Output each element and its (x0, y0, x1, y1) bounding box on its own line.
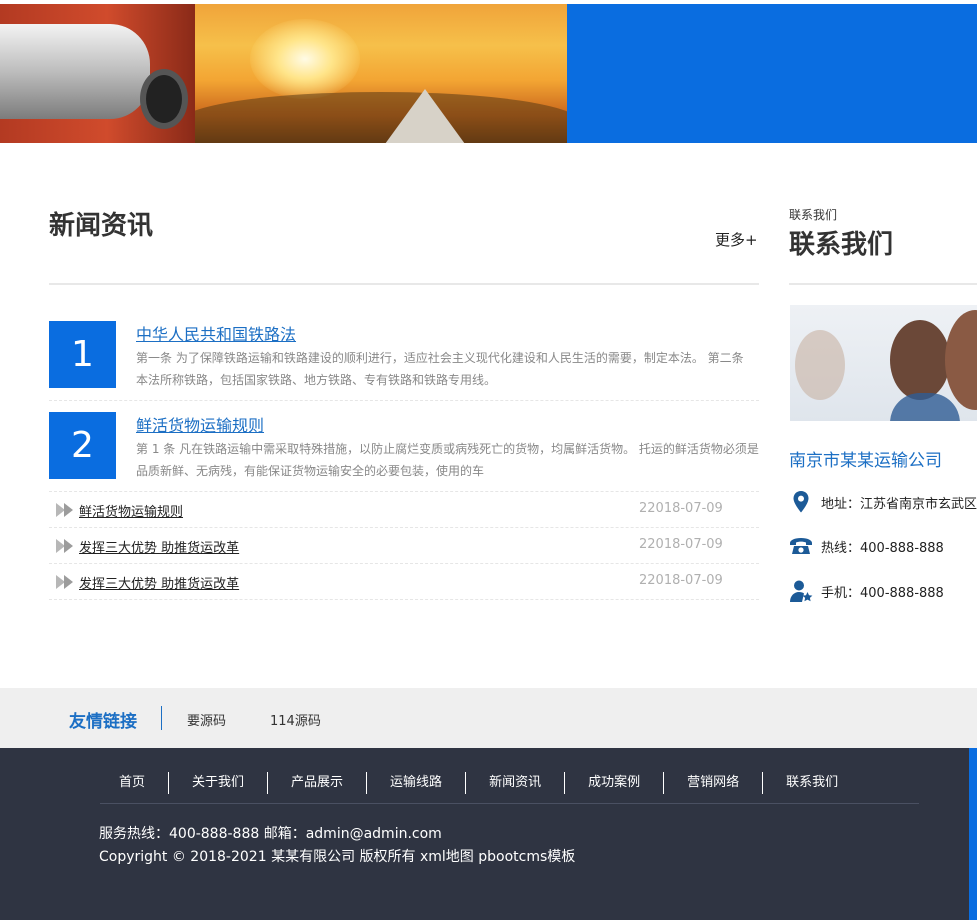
company-name: 南京市某某运输公司 (789, 451, 942, 471)
contact-mobile: 手机：400-888-888 (821, 586, 944, 601)
featured-news-item[interactable]: 1 中华人民共和国铁路法 第一条 为了保障铁路运输和铁路建设的顺利进行，适应社会… (49, 321, 759, 401)
footer-nav-news[interactable]: 新闻资讯 (465, 772, 564, 794)
photo-person-hair (890, 320, 950, 400)
featured-news-item[interactable]: 2 鲜活货物运输规则 第 1 条 凡在铁路运输中需采取特殊措施，以防止腐烂变质或… (49, 412, 759, 492)
news-list-item[interactable]: 发挥三大优势 助推货运改革 22018-07-09 (49, 564, 759, 600)
banner-hills (180, 92, 567, 143)
contact-address-row: 地址：江苏省南京市玄武区玄武湖 (789, 490, 977, 514)
banner-photo-truck-road (0, 4, 567, 143)
news-list-item[interactable]: 发挥三大优势 助推货运改革 22018-07-09 (49, 528, 759, 564)
location-pin-icon (789, 490, 813, 514)
banner-sun (250, 19, 360, 99)
footer-nav-products[interactable]: 产品展示 (267, 772, 366, 794)
banner-truck (0, 4, 195, 143)
banner-road (385, 89, 465, 143)
photo-person-face (945, 310, 977, 410)
telephone-icon (789, 534, 813, 558)
news-item-date: 22018-07-09 (639, 573, 723, 588)
footer-contact-line: 服务热线：400-888-888 邮箱：admin@admin.com (99, 826, 442, 842)
news-list: 鲜活货物运输规则 22018-07-09 发挥三大优势 助推货运改革 22018… (49, 492, 759, 600)
footer-copyright: Copyright © 2018-2021 某某有限公司 版权所有 xml地图 … (99, 849, 576, 865)
footer-nav-about[interactable]: 关于我们 (168, 772, 267, 794)
news-item-title[interactable]: 发挥三大优势 助推货运改革 (79, 573, 239, 592)
featured-news-title[interactable]: 鲜活货物运输规则 (136, 412, 264, 436)
footer-nav-network[interactable]: 营销网络 (663, 772, 762, 794)
contact-divider (789, 283, 977, 285)
news-divider (49, 283, 759, 285)
footer-nav-cases[interactable]: 成功案例 (564, 772, 663, 794)
contact-address: 地址：江苏省南京市玄武区玄武湖 (821, 497, 977, 512)
banner-truck-wheel (140, 69, 188, 129)
banner-truck-tank (0, 24, 150, 119)
footer-accent-bar (969, 748, 977, 920)
featured-news-desc: 第一条 为了保障铁路运输和铁路建设的顺利进行，适应社会主义现代化建设和人民生活的… (136, 351, 744, 387)
footer-nav-routes[interactable]: 运输线路 (366, 772, 465, 794)
contact-hotline-row: 热线：400-888-888 (789, 534, 977, 558)
banner-blue-panel (567, 4, 977, 143)
photo-person-shirt (890, 393, 960, 421)
site-footer: 首页 关于我们 产品展示 运输线路 新闻资讯 成功案例 营销网络 联系我们 服务… (0, 748, 977, 920)
friendly-links-separator (161, 706, 162, 730)
friendly-links-band: 友情链接 要源码 114源码 (0, 688, 977, 748)
news-more-link[interactable]: 更多+ (715, 229, 758, 250)
contact-mobile-row: 手机：400-888-888 (789, 579, 977, 603)
friendly-links-label: 友情链接 (69, 712, 137, 732)
double-arrow-icon (56, 575, 74, 589)
top-banner (0, 4, 977, 143)
footer-nav: 首页 关于我们 产品展示 运输线路 新闻资讯 成功案例 营销网络 联系我们 (100, 772, 861, 794)
featured-news-title[interactable]: 中华人民共和国铁路法 (136, 321, 296, 345)
contact-section-title: 联系我们 (789, 230, 894, 260)
double-arrow-icon (56, 539, 74, 553)
contact-subtitle: 联系我们 (789, 208, 838, 222)
footer-divider (100, 803, 919, 804)
friendly-link[interactable]: 114源码 (270, 710, 321, 729)
photo-person-blur (795, 330, 845, 400)
featured-news-number: 1 (49, 321, 116, 388)
news-item-date: 22018-07-09 (639, 537, 723, 552)
footer-nav-home[interactable]: 首页 (100, 772, 168, 794)
footer-nav-contact[interactable]: 联系我们 (762, 772, 861, 794)
news-item-title[interactable]: 鲜活货物运输规则 (79, 501, 183, 520)
friendly-link[interactable]: 要源码 (187, 710, 226, 729)
featured-news-number: 2 (49, 412, 116, 479)
contact-hotline: 热线：400-888-888 (821, 541, 944, 556)
news-list-item[interactable]: 鲜活货物运输规则 22018-07-09 (49, 492, 759, 528)
news-item-title[interactable]: 发挥三大优势 助推货运改革 (79, 537, 239, 556)
news-section-title: 新闻资讯 (49, 211, 154, 241)
double-arrow-icon (56, 503, 74, 517)
user-star-icon (789, 579, 813, 603)
news-item-date: 22018-07-09 (639, 501, 723, 516)
contact-photo-call-center (790, 305, 977, 421)
featured-news-desc: 第 1 条 凡在铁路运输中需采取特殊措施，以防止腐烂变质或病残死亡的货物，均属鲜… (136, 442, 759, 478)
